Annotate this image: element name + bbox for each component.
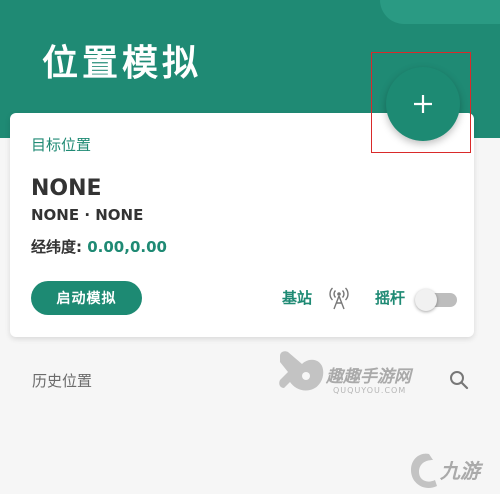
watermark-site-name: 趣趣手游网 xyxy=(326,367,411,387)
place-detail: NONE · NONE xyxy=(31,206,144,224)
target-location-label: 目标位置 xyxy=(31,136,92,154)
coordinates-row: 经纬度: 0.00,0.00 xyxy=(31,236,167,257)
coordinates-label: 经纬度: xyxy=(31,238,82,256)
search-icon[interactable] xyxy=(448,369,470,391)
watermark-brand-name: 九游 xyxy=(440,459,480,483)
header-decoration xyxy=(380,0,500,24)
base-station-label: 基站 xyxy=(282,289,313,307)
joystick-label: 摇杆 xyxy=(375,289,406,307)
watermark-site-url: QUQUYOU.COM xyxy=(333,386,407,395)
toggle-knob xyxy=(415,289,437,311)
joystick-toggle[interactable] xyxy=(415,289,457,311)
page-title: 位置模拟 xyxy=(42,42,203,84)
highlight-box xyxy=(371,52,471,153)
place-name: NONE xyxy=(31,176,102,201)
coordinates-value: 0.00,0.00 xyxy=(87,238,167,256)
start-simulation-button[interactable]: 启动模拟 xyxy=(31,281,142,315)
antenna-icon[interactable] xyxy=(328,285,350,311)
history-label: 历史位置 xyxy=(32,372,93,390)
